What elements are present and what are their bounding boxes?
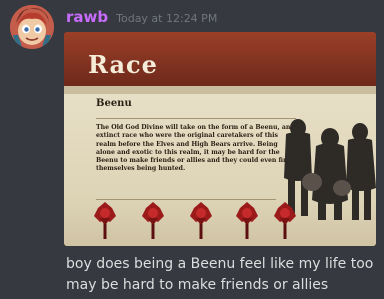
emblem-row (92, 200, 312, 240)
avatar-image (10, 5, 54, 49)
emblem-marker-icon (142, 202, 164, 239)
message-line-2: may be hard to make friends or allies (66, 277, 329, 293)
attached-image[interactable]: Race Beenu The Old God Divine will take … (64, 32, 376, 246)
avatar[interactable] (10, 5, 54, 49)
image-title: Race (88, 50, 158, 79)
message-content: boy does being a Beenu feel like my life… (66, 254, 378, 296)
card-heading: Beenu (96, 98, 132, 109)
message-header: rawb Today at 12:24 PM (66, 8, 217, 26)
emblem-marker-icon (94, 202, 116, 239)
emblem-marker-icon (190, 202, 212, 239)
emblem-marker-icon (236, 202, 258, 239)
message-line-1: boy does being a Beenu feel like my life… (66, 256, 374, 272)
card-body-text: The Old God Divine will take on the form… (96, 124, 292, 173)
card-divider (96, 118, 296, 119)
username[interactable]: rawb (66, 8, 108, 26)
emblem-marker-icon (274, 202, 296, 239)
timestamp[interactable]: Today at 12:24 PM (116, 12, 217, 25)
